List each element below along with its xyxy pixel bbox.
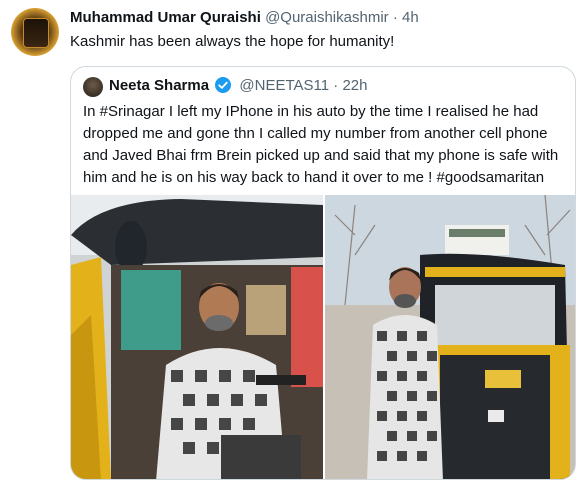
quoted-tweet-media: [71, 195, 575, 479]
quoted-tweet-time[interactable]: 22h: [342, 77, 367, 94]
quoted-header-separator: ·: [333, 77, 339, 94]
photo-driver-in-auto[interactable]: [71, 195, 323, 479]
quoted-tweet-text: In #Srinagar I left my IPhone in his aut…: [83, 103, 559, 186]
quoted-author-handle[interactable]: @NEETAS11: [239, 77, 329, 94]
tweet-text: Kashmir has been always the hope for hum…: [70, 33, 395, 50]
avatar-image: [23, 18, 49, 48]
tweet-time[interactable]: 4h: [402, 9, 419, 26]
author-avatar[interactable]: [11, 8, 59, 56]
tweet-header: Muhammad Umar Quraishi @Quraishikashmir …: [70, 8, 419, 28]
header-separator: ·: [392, 9, 398, 26]
photo-driver-standing-by-auto[interactable]: [325, 195, 575, 479]
quoted-tweet[interactable]: Neeta Sharma @NEETAS11 · 22h In #Srinaga…: [70, 66, 576, 480]
author-handle[interactable]: @Quraishikashmir: [265, 9, 389, 26]
author-name[interactable]: Muhammad Umar Quraishi: [70, 9, 261, 26]
quoted-tweet-header: Neeta Sharma @NEETAS11 · 22h: [109, 75, 367, 97]
quoted-author-avatar[interactable]: [83, 77, 103, 97]
quoted-author-name[interactable]: Neeta Sharma: [109, 77, 209, 94]
tweet[interactable]: Muhammad Umar Quraishi @Quraishikashmir …: [0, 0, 582, 486]
verified-badge-icon: [215, 77, 232, 93]
